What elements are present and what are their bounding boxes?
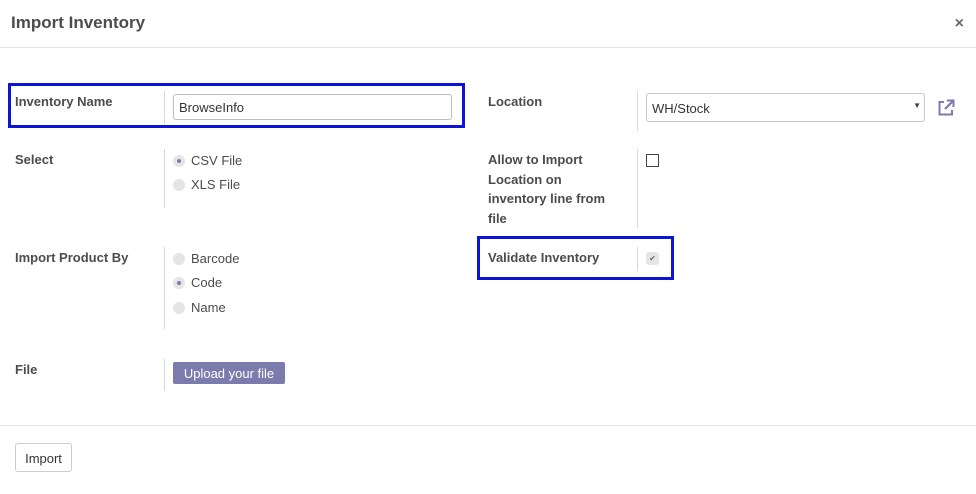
radio-label-code: Code — [191, 275, 223, 290]
close-icon[interactable]: × — [955, 15, 964, 33]
radio-button-name[interactable] — [173, 302, 185, 314]
radio-label-xls: XLS File — [191, 177, 241, 192]
validate-inventory-checkbox[interactable]: ✔ — [646, 252, 659, 265]
inventory-name-label: Inventory Name — [15, 94, 113, 109]
select-label: Select — [15, 152, 54, 167]
dialog-title: Import Inventory — [11, 13, 146, 32]
location-select[interactable]: WH/Stock ▼ — [646, 93, 925, 122]
file-label: File — [15, 362, 38, 377]
radio-label-name: Name — [191, 300, 226, 315]
dialog-header: Import Inventory × — [0, 0, 976, 48]
location-select-value: WH/Stock — [652, 101, 710, 116]
import-button[interactable]: Import — [15, 443, 72, 472]
radio-label-barcode: Barcode — [191, 251, 240, 266]
inventory-name-input[interactable] — [173, 94, 452, 120]
external-link-icon[interactable] — [936, 98, 956, 118]
import-product-by-separator — [164, 247, 165, 329]
radio-label-csv: CSV File — [191, 153, 243, 168]
allow-import-location-separator — [637, 149, 638, 228]
radio-button-code[interactable] — [173, 277, 185, 289]
allow-import-location-label: Allow to Import Location on inventory li… — [488, 150, 605, 228]
allow-import-location-line: inventory line from — [488, 191, 606, 206]
upload-file-button[interactable]: Upload your file — [173, 362, 285, 384]
inventory-name-separator — [164, 91, 165, 124]
radio-button-barcode[interactable] — [173, 253, 185, 265]
radio-button-xls[interactable] — [173, 179, 185, 191]
validate-inventory-label: Validate Inventory — [488, 250, 600, 265]
footer-divider — [0, 425, 976, 426]
select-separator — [164, 149, 165, 208]
location-label: Location — [488, 94, 543, 109]
allow-import-location-line: file — [488, 210, 507, 226]
validate-inventory-separator — [637, 247, 638, 271]
import-product-by-label: Import Product By — [15, 250, 129, 265]
allow-import-location-checkbox[interactable] — [646, 154, 659, 167]
file-separator — [164, 359, 165, 391]
allow-import-location-line: Location on — [488, 171, 562, 187]
chevron-down-icon: ▼ — [913, 101, 921, 110]
radio-button-csv[interactable] — [173, 155, 185, 167]
location-separator — [637, 91, 638, 131]
allow-import-location-line: Allow to Import — [488, 152, 583, 167]
